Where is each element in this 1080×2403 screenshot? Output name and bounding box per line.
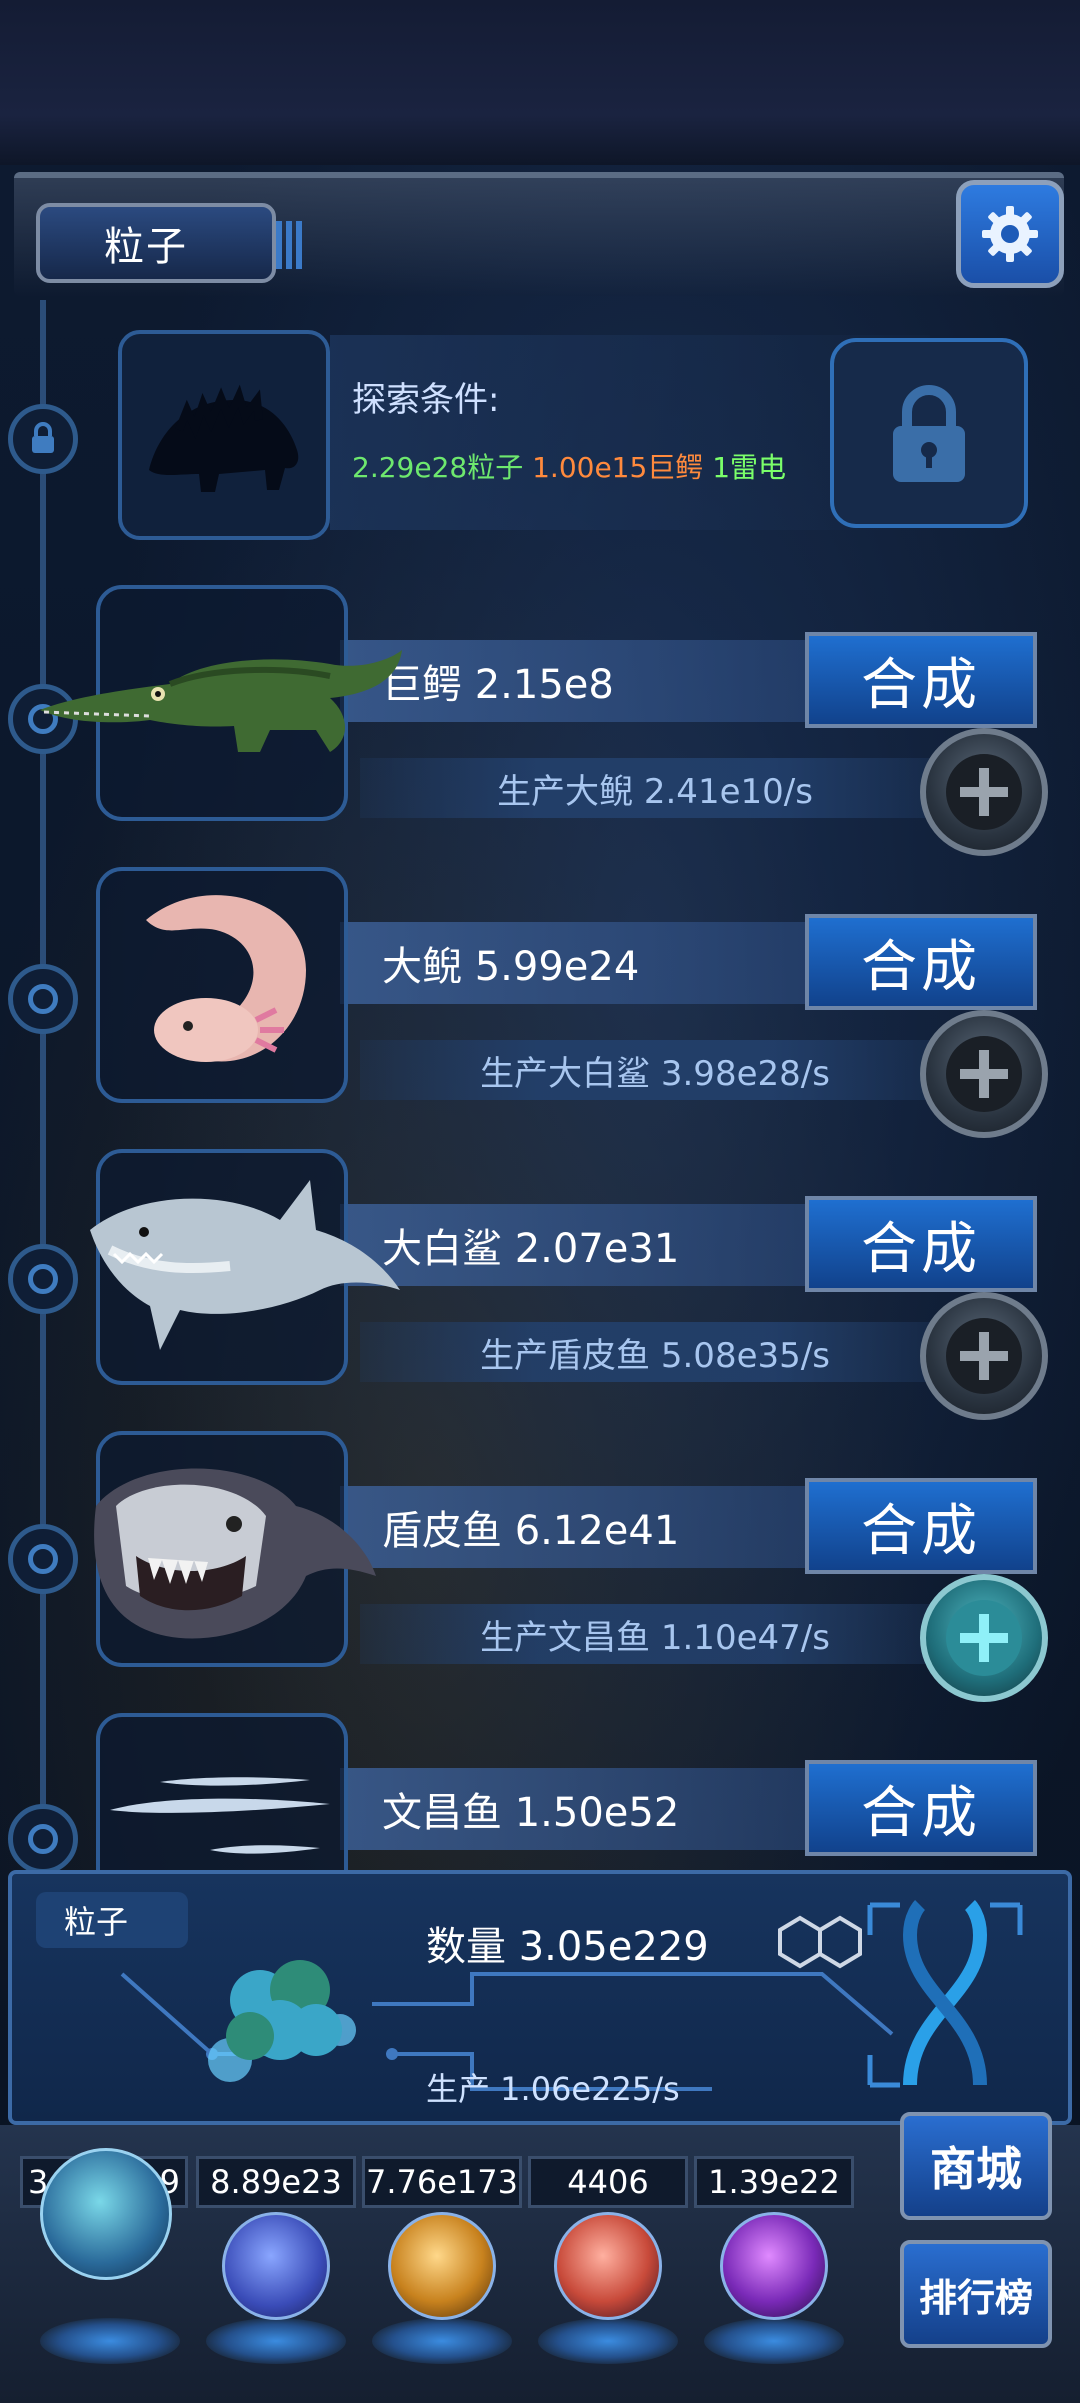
creature-name-bar: 大鲵 5.99e24 bbox=[340, 922, 860, 1004]
plus-icon bbox=[946, 1600, 1022, 1676]
condition-crocodile: 1.00e15巨鳄 bbox=[532, 451, 704, 484]
gear-icon bbox=[982, 206, 1038, 262]
plus-icon bbox=[946, 754, 1022, 830]
timeline-node bbox=[8, 1244, 78, 1314]
combine-label: 合成 bbox=[861, 1780, 981, 1846]
orb-base bbox=[372, 2318, 512, 2364]
resource-value-lightning: 8.89e23 bbox=[196, 2156, 356, 2208]
small-lock-icon bbox=[32, 422, 54, 453]
combine-button[interactable]: 合成 bbox=[805, 1760, 1037, 1856]
title-decoration bbox=[276, 221, 306, 269]
production-text: 生产盾皮鱼 5.08e35/s bbox=[480, 1335, 830, 1376]
particle-tag: 粒子 bbox=[36, 1892, 188, 1948]
timeline-lock-node bbox=[8, 404, 78, 474]
resource-value: 7.76e173 bbox=[365, 2163, 518, 2201]
combine-button[interactable]: 合成 bbox=[805, 1196, 1037, 1292]
particle-orb-icon[interactable] bbox=[40, 2148, 172, 2280]
brain-orb-icon[interactable] bbox=[554, 2212, 662, 2320]
plus-icon bbox=[946, 1036, 1022, 1112]
upgrade-plus-button[interactable] bbox=[920, 1574, 1048, 1702]
resource-value-brain: 4406 bbox=[528, 2156, 688, 2208]
condition-particles: 2.29e28粒子 bbox=[352, 451, 524, 484]
progress-timeline bbox=[40, 300, 46, 1880]
resource-value: 4406 bbox=[567, 2163, 649, 2201]
page-title: 粒子 bbox=[104, 224, 188, 270]
leaderboard-button[interactable]: 排行榜 bbox=[900, 2240, 1052, 2348]
locked-creature-card bbox=[118, 330, 330, 540]
upgrade-plus-button[interactable] bbox=[920, 1292, 1048, 1420]
production-bar: 生产盾皮鱼 5.08e35/s bbox=[360, 1322, 950, 1382]
creature-name: 大白鲨 2.07e31 bbox=[382, 1226, 680, 1272]
resource-value: 8.89e23 bbox=[210, 2163, 342, 2201]
creature-name: 盾皮鱼 6.12e41 bbox=[382, 1508, 680, 1554]
production-text: 生产大鲵 2.41e10/s bbox=[497, 771, 813, 812]
title-plate: 粒子 bbox=[36, 203, 306, 283]
timeline-node bbox=[8, 1804, 78, 1874]
timeline-node bbox=[8, 964, 78, 1034]
shop-button[interactable]: 商城 bbox=[900, 2112, 1052, 2220]
explore-conditions: 2.29e28粒子 1.00e15巨鳄 1雷电 bbox=[352, 446, 786, 486]
condition-lightning: 1雷电 bbox=[712, 451, 787, 484]
combine-label: 合成 bbox=[861, 1498, 981, 1564]
orb-base bbox=[206, 2318, 346, 2364]
creature-name-bar: 文昌鱼 1.50e52 bbox=[340, 1768, 860, 1850]
dunkleosteus-icon bbox=[94, 1468, 376, 1639]
creature-name-bar: 巨鳄 2.15e8 bbox=[340, 640, 860, 722]
vortex-orb-icon[interactable] bbox=[720, 2212, 828, 2320]
particle-tag-label: 粒子 bbox=[64, 1903, 129, 1941]
creature-silhouette-icon bbox=[149, 384, 299, 492]
production-bar: 生产文昌鱼 1.10e47/s bbox=[360, 1604, 950, 1664]
combine-label: 合成 bbox=[861, 934, 981, 1000]
combine-button[interactable]: 合成 bbox=[805, 632, 1037, 728]
combine-label: 合成 bbox=[861, 1216, 981, 1282]
particle-count: 数量 3.05e229 bbox=[426, 1924, 709, 1970]
creature-name: 巨鳄 2.15e8 bbox=[382, 662, 614, 708]
resource-value: 1.39e22 bbox=[708, 2163, 840, 2201]
fire-orb-icon[interactable] bbox=[388, 2212, 496, 2320]
resource-value-vortex: 1.39e22 bbox=[694, 2156, 854, 2208]
leaderboard-label: 排行榜 bbox=[918, 2275, 1033, 2320]
particle-rate: 生产 1.06e225/s bbox=[426, 2070, 680, 2108]
resource-value-fire: 7.76e173 bbox=[362, 2156, 522, 2208]
creature-name: 文昌鱼 1.50e52 bbox=[382, 1790, 680, 1836]
combine-button[interactable]: 合成 bbox=[805, 1478, 1037, 1574]
creature-name: 大鲵 5.99e24 bbox=[382, 944, 640, 990]
particle-cluster-icon bbox=[208, 1960, 356, 2082]
upgrade-plus-button[interactable] bbox=[920, 1010, 1048, 1138]
explore-condition-label: 探索条件: bbox=[352, 380, 500, 420]
lancelet-icon bbox=[110, 1777, 330, 1854]
locked-combine-button[interactable] bbox=[830, 338, 1028, 528]
orb-base bbox=[704, 2318, 844, 2364]
production-bar: 生产大白鲨 3.98e28/s bbox=[360, 1040, 950, 1100]
settings-button[interactable] bbox=[956, 180, 1064, 288]
creature-name-bar: 盾皮鱼 6.12e41 bbox=[340, 1486, 860, 1568]
lightning-orb-icon[interactable] bbox=[222, 2212, 330, 2320]
axolotl-icon bbox=[146, 895, 306, 1062]
lock-icon bbox=[893, 385, 965, 482]
orb-base bbox=[538, 2318, 678, 2364]
combine-label: 合成 bbox=[861, 652, 981, 718]
production-text: 生产文昌鱼 1.10e47/s bbox=[480, 1617, 830, 1658]
top-background bbox=[0, 0, 1080, 165]
production-text: 生产大白鲨 3.98e28/s bbox=[480, 1053, 830, 1094]
production-bar: 生产大鲵 2.41e10/s bbox=[360, 758, 950, 818]
orb-base bbox=[40, 2318, 180, 2364]
shop-label: 商城 bbox=[930, 2142, 1022, 2196]
combine-button[interactable]: 合成 bbox=[805, 914, 1037, 1010]
plus-icon bbox=[946, 1318, 1022, 1394]
dna-icon bbox=[867, 1900, 1023, 2088]
creature-name-bar: 大白鲨 2.07e31 bbox=[340, 1204, 860, 1286]
upgrade-plus-button[interactable] bbox=[920, 728, 1048, 856]
crocodile-icon bbox=[40, 650, 402, 752]
